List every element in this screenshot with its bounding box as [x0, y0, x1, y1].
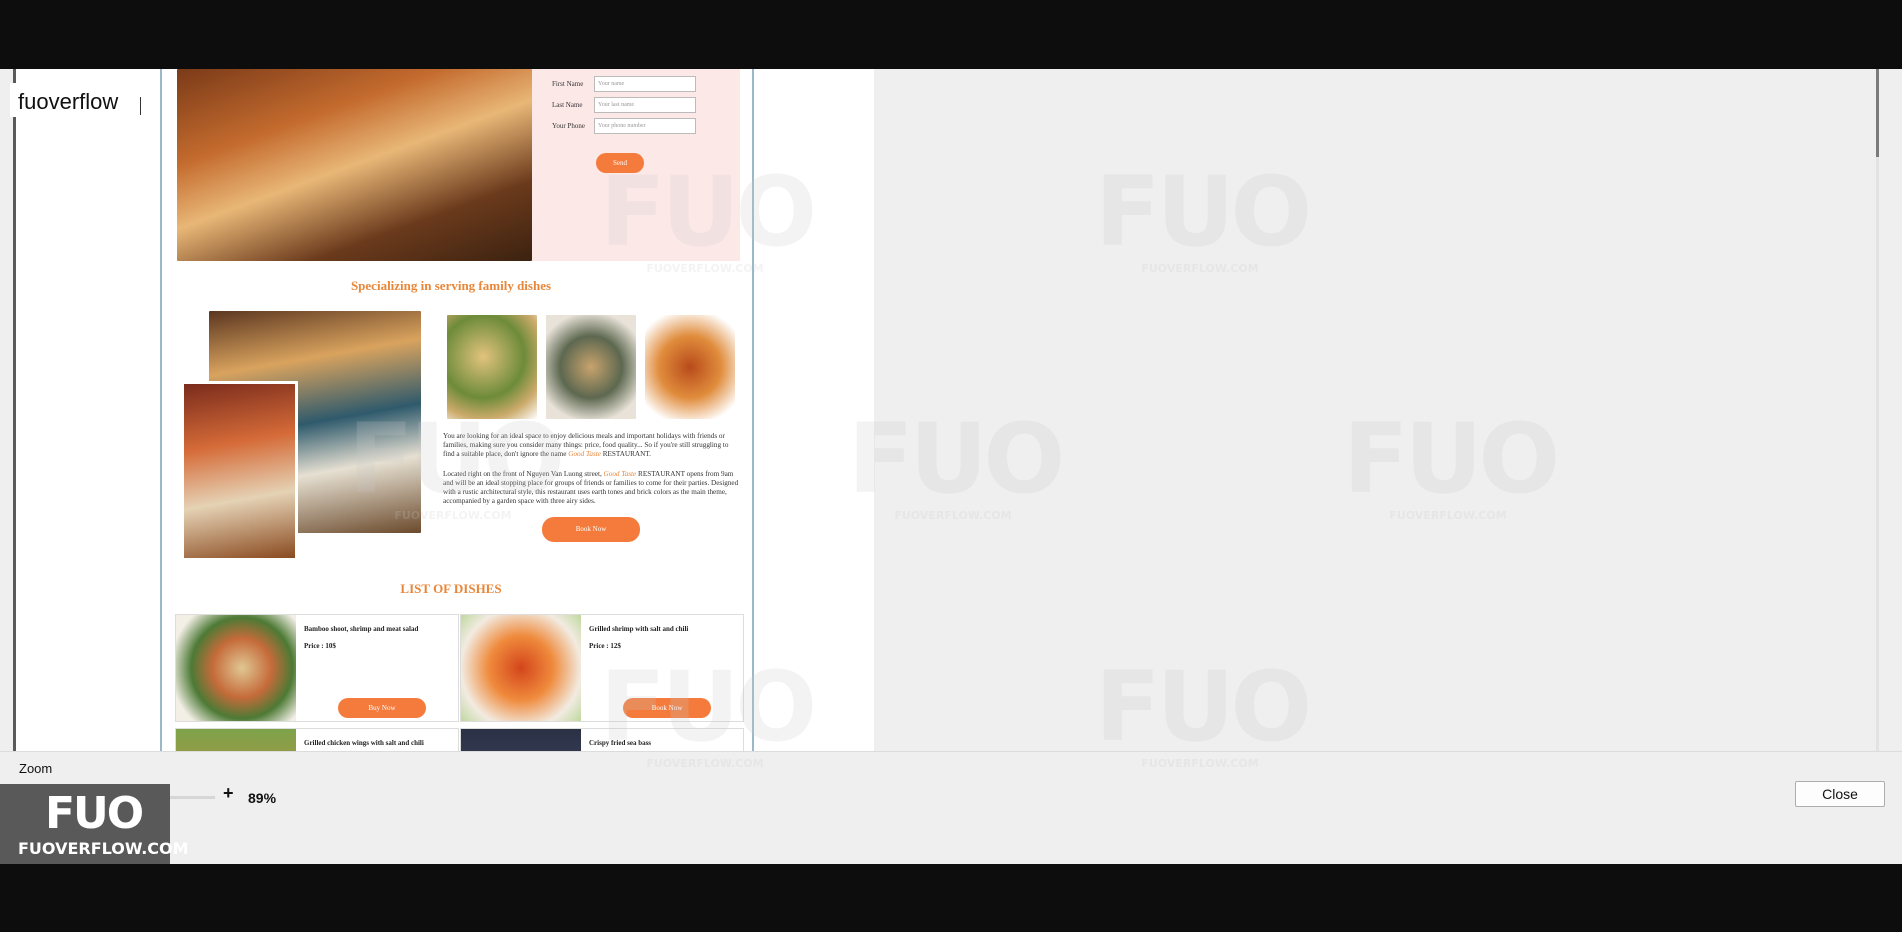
watermark: FUO FUOVERFLOW.COM — [1095, 651, 1312, 770]
dish-photo — [176, 729, 296, 752]
dish-price: Price : 10$ — [304, 642, 336, 650]
first-name-input[interactable]: Your name — [594, 76, 696, 92]
watermark: FUO FUOVERFLOW.COM — [1095, 156, 1312, 275]
last-name-row: Last Name Your last name — [542, 97, 732, 113]
preview-area[interactable]: First Name Your name Last Name Your last… — [0, 69, 1902, 770]
dish-card: Bamboo shoot, shrimp and meat salad Pric… — [175, 614, 459, 722]
intro-brand: Good Taste — [568, 450, 601, 458]
zoom-in-button[interactable]: + — [223, 783, 234, 804]
fuoverflow-logo: FUO FUOVERFLOW.COM — [0, 784, 189, 864]
logo-text: FUOVERFLOW.COM — [18, 839, 189, 858]
dish-price: Price : 12$ — [589, 642, 621, 650]
document-title: fuoverflow — [10, 83, 150, 117]
close-button[interactable]: Close — [1795, 781, 1885, 807]
watermark: FUO FUOVERFLOW.COM — [1343, 403, 1560, 522]
first-name-row: First Name Your name — [542, 76, 732, 92]
last-name-input[interactable]: Your last name — [594, 97, 696, 113]
dish-name: Grilled shrimp with salt and chili — [589, 625, 689, 633]
buy-now-button[interactable]: Buy Now — [338, 698, 426, 718]
dish-name: Bamboo shoot, shrimp and meat salad — [304, 625, 419, 633]
vertical-scrollbar[interactable] — [1876, 69, 1879, 752]
dish-thumbnail-3 — [645, 315, 735, 419]
zoom-value: 89% — [248, 790, 277, 806]
phone-row: Your Phone Your phone number — [542, 118, 732, 134]
section-title: Specializing in serving family dishes — [350, 278, 552, 293]
location-brand: Good Taste — [603, 470, 637, 478]
dish-photo — [176, 615, 296, 721]
watermark: FUO FUOVERFLOW.COM — [600, 651, 817, 770]
dining-corner-image — [181, 381, 298, 561]
dish-card: Grilled chicken wings with salt and chil… — [175, 728, 459, 752]
image-viewer-window: First Name Your name Last Name Your last… — [0, 69, 1902, 864]
restaurant-interior-image — [177, 69, 532, 261]
footer-divider — [0, 751, 1902, 752]
intro-end: RESTAURANT. — [602, 450, 651, 458]
dish-photo — [461, 615, 581, 721]
phone-input[interactable]: Your phone number — [594, 118, 696, 134]
scrollbar-thumb[interactable] — [1876, 69, 1879, 157]
watermark: FUO FUOVERFLOW.COM — [348, 403, 565, 522]
dish-name: Grilled chicken wings with salt and chil… — [304, 739, 424, 747]
zoom-label: Zoom — [19, 761, 53, 776]
dish-photo — [461, 729, 581, 752]
text-caret — [140, 97, 141, 115]
list-title: LIST OF DISHES — [400, 581, 502, 596]
watermark: FUO FUOVERFLOW.COM — [600, 156, 817, 275]
logo-mark: FUO — [45, 788, 144, 839]
watermark: FUO FUOVERFLOW.COM — [848, 403, 1065, 522]
